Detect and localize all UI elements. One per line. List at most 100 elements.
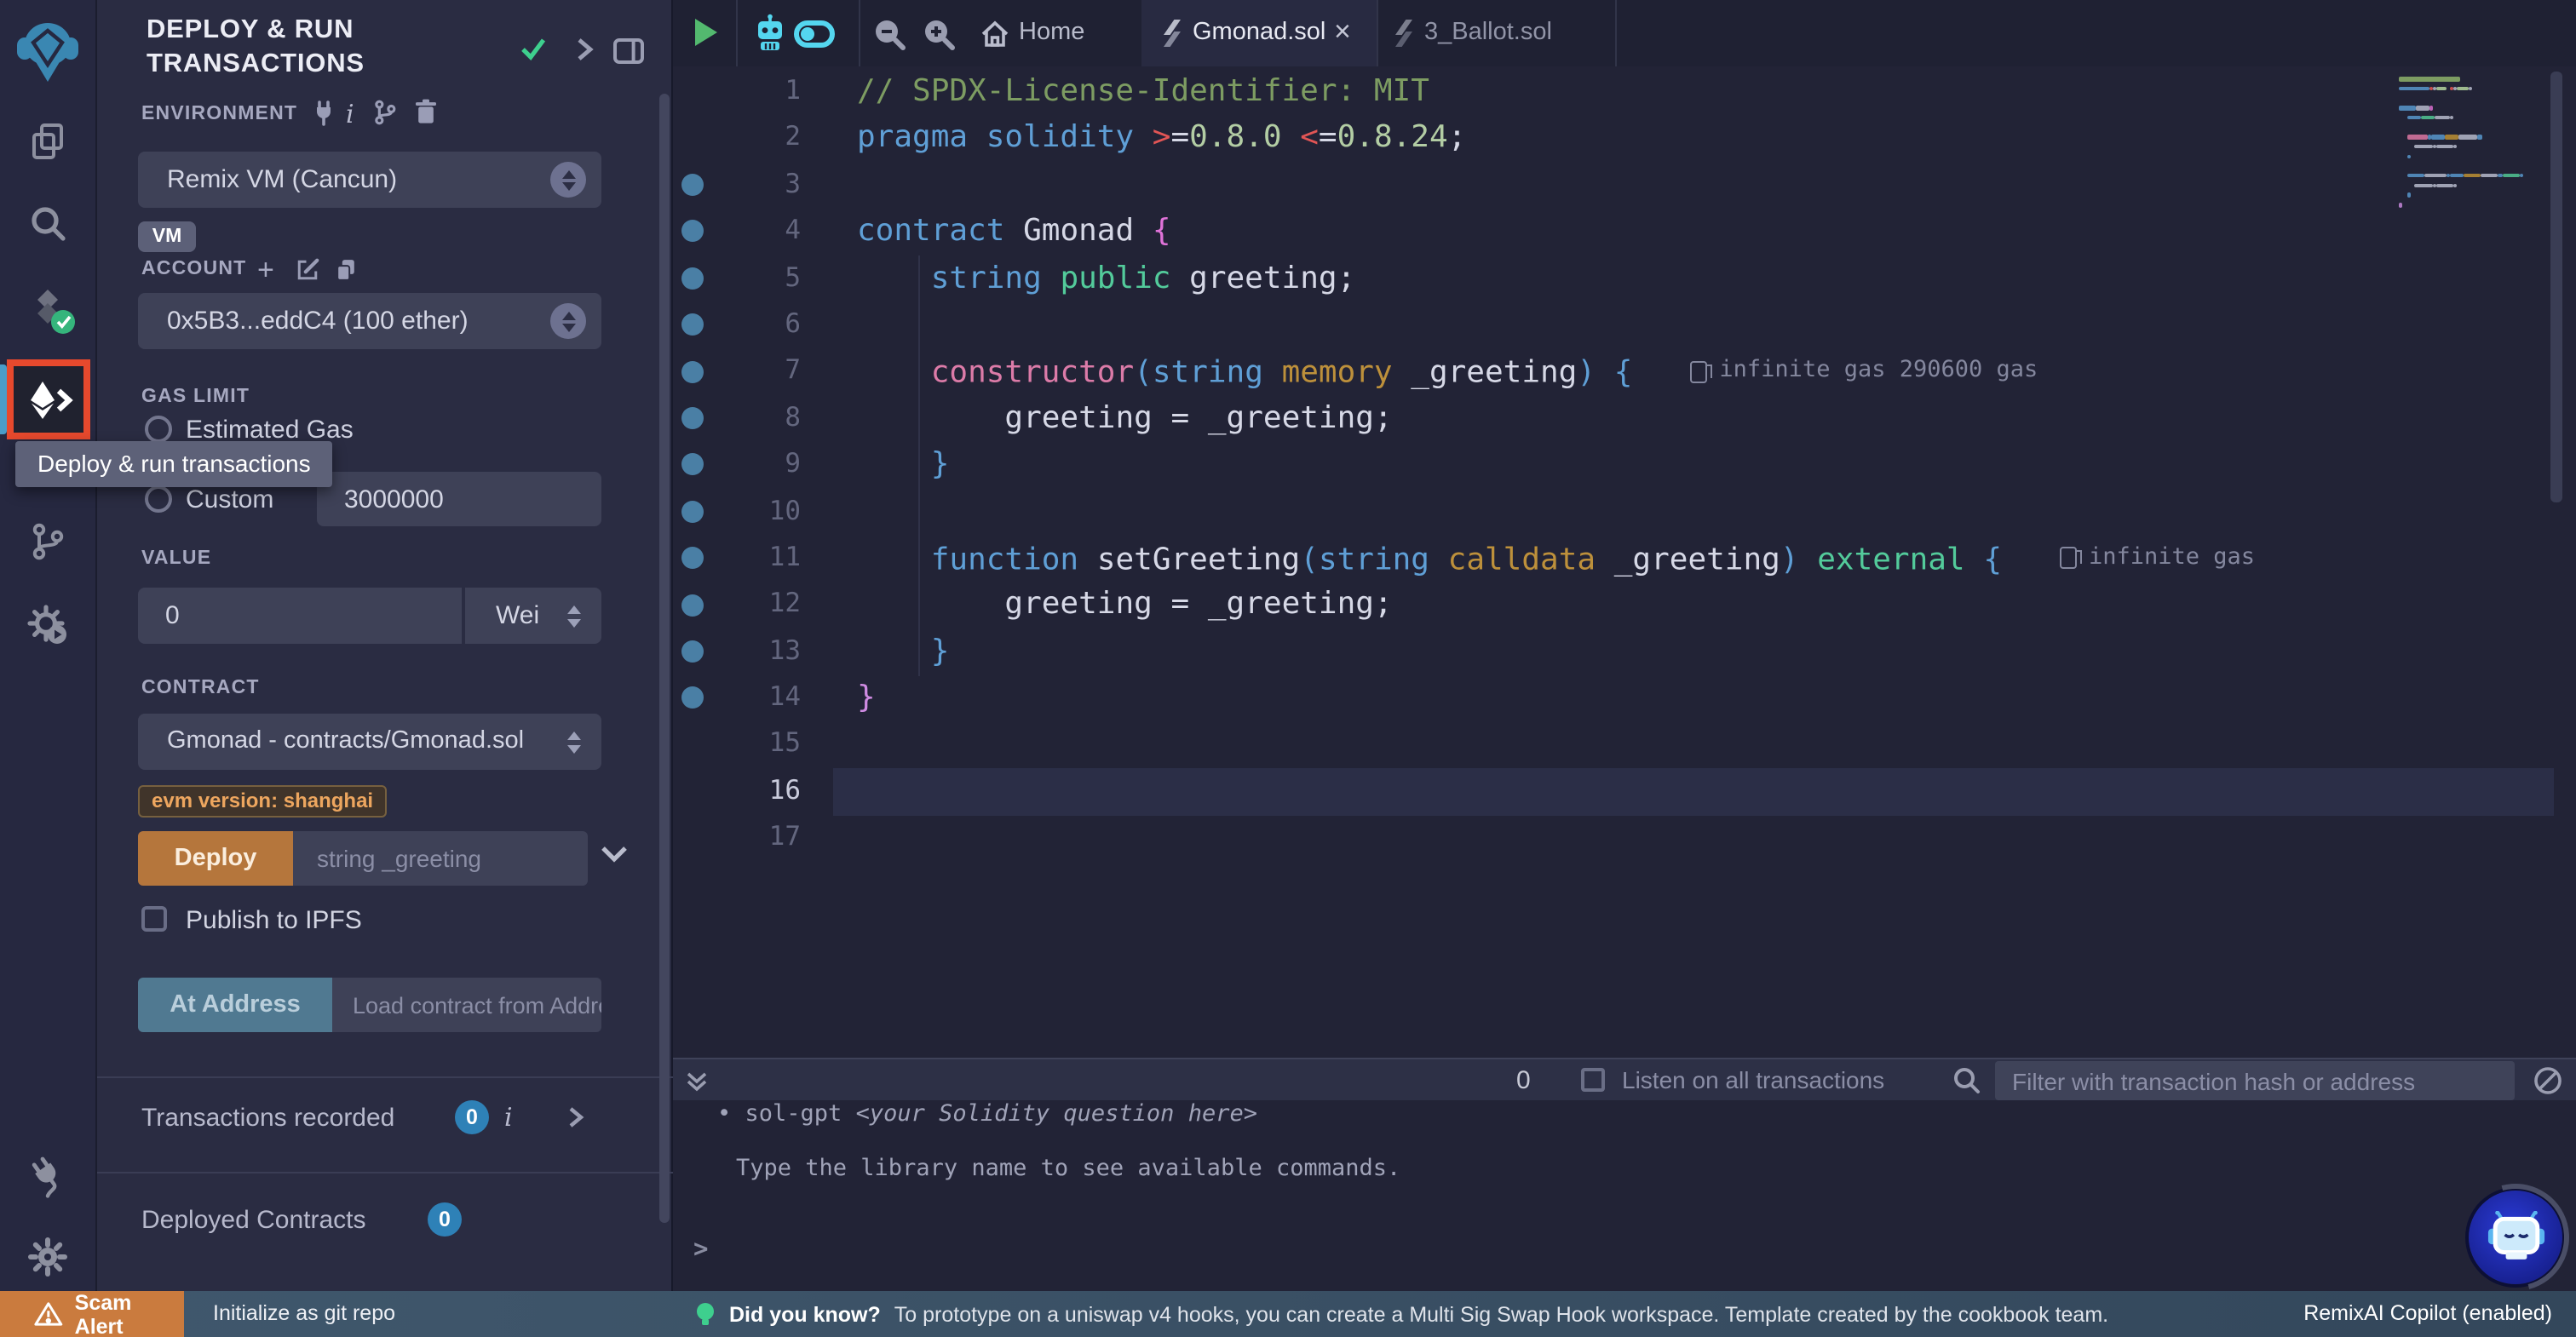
remixai-robot-icon[interactable]	[751, 14, 789, 53]
custom-gas-label: Custom	[186, 485, 273, 514]
listen-checkbox[interactable]	[1581, 1068, 1605, 1092]
line-number-10: 10	[722, 488, 801, 535]
code-line-12: greeting = _greeting;	[857, 582, 2255, 628]
remix-logo-icon[interactable]	[14, 15, 82, 83]
deploy-run-icon-highlighted[interactable]	[7, 359, 90, 439]
transactions-info-icon[interactable]: i	[504, 1102, 513, 1133]
home-icon	[980, 20, 1010, 48]
close-tab-icon[interactable]: ×	[1334, 0, 1351, 65]
gutter-dot-line-10[interactable]	[681, 501, 704, 523]
scam-alert-button[interactable]: Scam Alert	[0, 1291, 184, 1337]
code-line-4: contract Gmonad {	[857, 208, 2255, 255]
remixai-assistant-button[interactable]	[2469, 1191, 2562, 1284]
account-copy-icon[interactable]	[334, 257, 358, 283]
did-you-know-tip: Did you know? To prototype on a uniswap …	[695, 1291, 2108, 1337]
gutter-dot-line-3[interactable]	[681, 174, 704, 196]
contract-select[interactable]: Gmonad - contracts/Gmonad.sol	[138, 714, 601, 770]
gutter-dot-line-9[interactable]	[681, 454, 704, 476]
at-address-input[interactable]	[332, 978, 601, 1032]
value-unit-select[interactable]: Wei	[463, 588, 601, 644]
custom-gas-radio[interactable]	[145, 485, 172, 513]
gutter-dot-line-12[interactable]	[681, 594, 704, 616]
account-select[interactable]: 0x5B3...eddC4 (100 ether)	[138, 293, 601, 349]
account-add-icon[interactable]: +	[257, 254, 274, 288]
unit-stepper-icon[interactable]	[567, 605, 581, 627]
search-icon[interactable]	[27, 203, 68, 244]
terminal-line-1: • sol-gpt <your Solidity question here>	[717, 1100, 1257, 1128]
gutter-dot-line-6[interactable]	[681, 313, 704, 336]
lightbulb-icon	[695, 1300, 716, 1328]
run-script-icon[interactable]	[695, 19, 717, 46]
tx-filter-input[interactable]	[1995, 1061, 2515, 1100]
line-number-5: 5	[722, 255, 801, 301]
plugin-manager-icon[interactable]	[27, 1155, 68, 1196]
code-line-10	[857, 488, 2255, 535]
divider	[97, 1172, 673, 1173]
editor-scrollbar[interactable]	[2550, 72, 2562, 502]
env-info-icon[interactable]: i	[346, 99, 354, 129]
env-plug-icon[interactable]	[312, 100, 336, 126]
gutter-dot-line-8[interactable]	[681, 407, 704, 429]
env-fork-icon[interactable]	[371, 99, 399, 126]
tab-home[interactable]: Home	[971, 0, 1124, 66]
active-plugin-indicator	[0, 364, 7, 434]
vm-badge: VM	[138, 221, 196, 252]
gutter-dot-line-7[interactable]	[681, 360, 704, 382]
terminal-search-icon[interactable]	[1952, 1066, 1981, 1095]
git-icon[interactable]	[27, 521, 68, 562]
custom-gas-input[interactable]	[317, 472, 601, 526]
code-line-17	[857, 815, 2255, 862]
gutter-dot-line-5[interactable]	[681, 267, 704, 290]
publish-ipfs-checkbox[interactable]	[141, 906, 167, 932]
gutter-dot-line-11[interactable]	[681, 547, 704, 569]
environment-select[interactable]: Remix VM (Cancun)	[138, 152, 601, 208]
clear-terminal-icon[interactable]	[2533, 1066, 2562, 1095]
line-number-3: 3	[722, 162, 801, 209]
file-explorer-icon[interactable]	[27, 121, 68, 162]
gutter-dot-line-4[interactable]	[681, 221, 704, 243]
deploy-expand-icon[interactable]	[600, 845, 629, 864]
copilot-toggle-icon[interactable]	[794, 20, 835, 48]
panel-title: DEPLOY & RUNTRANSACTIONS	[147, 14, 538, 82]
line-number-7: 7	[722, 348, 801, 395]
deploy-button[interactable]: Deploy	[138, 831, 293, 886]
code-content[interactable]: // SPDX-License-Identifier: MITpragma so…	[857, 68, 2255, 861]
line-number-13: 13	[722, 628, 801, 674]
git-init-button[interactable]: Initialize as git repo	[213, 1291, 395, 1337]
solidity-file-icon	[1162, 19, 1182, 48]
minimap[interactable]	[2399, 77, 2545, 212]
terminal-prompt[interactable]: >	[693, 1237, 708, 1264]
at-address-button[interactable]: At Address	[138, 978, 332, 1032]
panel-collapse-icon[interactable]	[572, 36, 596, 63]
solidity-file-icon	[1394, 19, 1414, 48]
gutter-dot-line-14[interactable]	[681, 687, 704, 709]
account-edit-icon[interactable]	[295, 257, 320, 283]
tab-ballot[interactable]: 3_Ballot.sol	[1377, 0, 1615, 66]
estimated-gas-label: Estimated Gas	[186, 416, 354, 445]
value-input[interactable]	[138, 588, 462, 644]
terminal-tx-count: 0	[1516, 1059, 1531, 1102]
gutter-dot-line-13[interactable]	[681, 640, 704, 663]
estimated-gas-radio[interactable]	[145, 416, 172, 443]
environment-label: ENVIRONMENT	[141, 104, 297, 124]
tab-gmonad-active[interactable]: Gmonad.sol ×	[1141, 0, 1377, 66]
line-number-9: 9	[722, 441, 801, 488]
terminal-line-2: Type the library name to see available c…	[736, 1155, 1400, 1182]
pin-panel-icon[interactable]	[612, 36, 646, 66]
deployed-contracts-label: Deployed Contracts	[141, 1206, 365, 1235]
code-line-7: constructor(string memory _greeting) {in…	[857, 348, 2255, 395]
settings-icon[interactable]	[27, 1237, 68, 1277]
transactions-expand-icon[interactable]	[567, 1105, 584, 1129]
line-number-14: 14	[722, 674, 801, 721]
panel-scrollbar[interactable]	[659, 94, 670, 1223]
zoom-in-icon[interactable]	[922, 17, 956, 51]
terminal-collapse-icon[interactable]	[685, 1070, 709, 1093]
line-number-12: 12	[722, 582, 801, 628]
env-delete-icon[interactable]	[412, 97, 440, 126]
code-editor[interactable]: 1234567891011121314151617 // SPDX-Licens…	[673, 66, 2576, 1058]
zoom-out-icon[interactable]	[872, 17, 906, 51]
deploy-param-input[interactable]	[293, 831, 588, 886]
unit-testing-icon[interactable]	[27, 605, 68, 646]
code-line-5: string public greeting;	[857, 255, 2255, 301]
code-line-8: greeting = _greeting;	[857, 394, 2255, 441]
